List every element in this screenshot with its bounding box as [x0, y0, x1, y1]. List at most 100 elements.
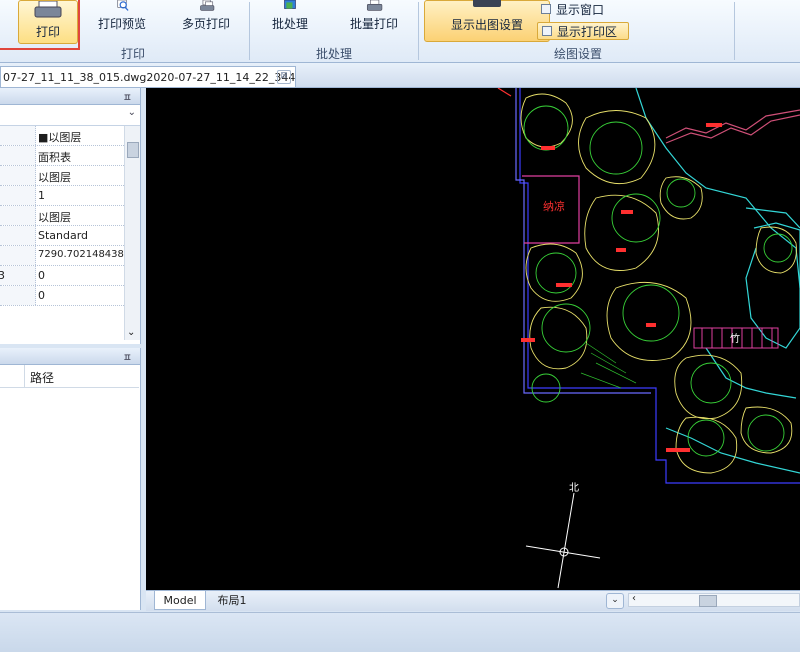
batch-group-label: 批处理 [316, 47, 353, 61]
horizontal-scrollbar[interactable]: ‹ [628, 593, 800, 607]
hatch-area [580, 342, 637, 389]
shrub-cluster [584, 194, 659, 271]
status-bar [0, 612, 800, 652]
pin-icon[interactable]: ㅍ [123, 89, 132, 104]
property-value: 0 [38, 289, 45, 302]
north-arrow-vertical [557, 492, 575, 589]
tree-symbol [763, 233, 793, 263]
multipage-print-button[interactable]: 多页打印 [176, 0, 236, 46]
close-tab-icon[interactable]: ⊠ [277, 70, 291, 84]
batch-icon [284, 0, 296, 9]
red-edge [497, 88, 512, 97]
properties-panel: ㅍ ⌄ ■以图层 面积表 以图层 1 以图层 Standard 7290.702… [0, 88, 141, 344]
property-row[interactable]: 面积表 [0, 146, 124, 166]
hatch-line [595, 362, 637, 384]
property-value: Standard [38, 229, 89, 242]
scroll-left-icon[interactable]: ‹ [632, 593, 636, 604]
ribbon: 打印 打印预览 多页打印 打印 批处理 批量打印 批处理 显示出图设置 显示窗口… [0, 0, 800, 63]
column-divider [24, 365, 25, 387]
shrub-cluster [529, 306, 588, 370]
layout1-tab-label: 布局1 [217, 594, 247, 607]
property-row[interactable]: 以图层 [0, 166, 124, 186]
shrub-cluster [659, 176, 703, 220]
group-separator [249, 2, 250, 60]
property-row[interactable]: ■以图层 [0, 126, 124, 146]
show-plot-settings-label: 显示出图设置 [450, 18, 523, 32]
model-tab[interactable]: Model [154, 591, 206, 610]
property-value: 以图层 [38, 171, 71, 184]
plant-marker [556, 283, 572, 287]
properties-panel-header: ㅍ [0, 88, 140, 105]
print-button[interactable]: 打印 [18, 0, 78, 44]
cyan-pond [745, 222, 800, 349]
horizontal-scroll-thumb[interactable] [699, 595, 717, 607]
zigzag-path-2 [665, 114, 800, 144]
show-print-area-label: 显示打印区 [557, 24, 618, 39]
properties-grid: ■以图层 面积表 以图层 1 以图层 Standard 7290.7021484… [0, 126, 141, 336]
hatch-line [585, 342, 617, 364]
properties-scrollbar[interactable]: ⌄ [124, 126, 140, 340]
multipage-print-label: 多页打印 [181, 17, 230, 31]
property-value: 面积表 [38, 151, 71, 164]
chevron-down-icon-2: ⌄ [611, 595, 619, 605]
path-header-label: 路径 [30, 371, 55, 385]
tree-symbol [611, 193, 661, 243]
chevron-down-icon: ⌄ [127, 107, 136, 118]
north-arrow [525, 492, 601, 589]
plant-marker [706, 123, 722, 127]
path-panel: ㅍ 路径 [0, 348, 141, 610]
pin-icon-2[interactable]: ㅍ [123, 349, 132, 364]
property-row[interactable]: 以图层 [0, 206, 124, 226]
group-separator-2 [418, 2, 419, 60]
bamboo-label: 竹 [730, 332, 740, 345]
plant-marker [621, 210, 633, 214]
property-row[interactable]: Standard [0, 226, 124, 246]
show-plot-settings-button[interactable]: 显示出图设置 [424, 0, 550, 42]
scroll-down-icon[interactable]: ⌄ [127, 327, 135, 338]
property-row[interactable]: 0 [0, 286, 124, 306]
tree-symbol [747, 414, 785, 452]
batch-print-button[interactable]: 批量打印 [344, 0, 404, 46]
pavilion-label: 纳凉 [543, 199, 565, 213]
print-group-label: 打印 [121, 47, 146, 61]
object-type-dropdown[interactable]: ⌄ [0, 105, 140, 126]
shrub-cluster [674, 354, 743, 420]
cyan-shoreline-3 [705, 347, 797, 399]
drawing-canvas[interactable]: 纳凉 竹 北 [146, 88, 800, 590]
document-tab-bar: 07-27_11_11_38_015.dwg2020-07-27_11_14_2… [0, 63, 800, 88]
tab-menu-button[interactable]: ⌄ [606, 593, 624, 609]
plant-marker [646, 323, 656, 327]
printer-icon [34, 1, 62, 18]
blue-boundary-inner [515, 88, 651, 394]
show-window-label: 显示窗口 [556, 2, 605, 17]
print-preview-icon [117, 0, 129, 11]
plot-settings-group-label: 绘图设置 [554, 47, 603, 61]
property-row[interactable]: 30 [0, 266, 124, 286]
print-preview-button[interactable]: 打印预览 [92, 0, 152, 46]
batch-label: 批处理 [271, 17, 308, 31]
plant-marker [666, 448, 690, 452]
shrub-cluster [606, 281, 692, 361]
layout1-tab[interactable]: 布局1 [212, 591, 252, 609]
path-column-header[interactable]: 路径 [0, 365, 139, 388]
property-value: 1 [38, 189, 45, 202]
property-row[interactable]: 1 [0, 186, 124, 206]
cyan-shoreline-2 [745, 207, 800, 229]
property-value: ■以图层 [38, 131, 82, 144]
scrollbar-thumb[interactable] [127, 142, 139, 158]
tree-symbols [523, 105, 793, 457]
zigzag-path [665, 109, 800, 139]
tree-symbol [541, 303, 591, 353]
window-icon [473, 0, 501, 7]
print-preview-label: 打印预览 [97, 17, 146, 31]
show-window-toggle[interactable]: 显示窗口 [537, 0, 608, 18]
print-area-toggle-icon [542, 26, 552, 36]
plant-markers [521, 123, 722, 452]
document-tab[interactable]: 07-27_11_11_38_015.dwg2020-07-27_11_14_2… [0, 66, 296, 87]
show-print-area-toggle[interactable]: 显示打印区 [537, 22, 629, 40]
plant-marker [521, 338, 535, 342]
property-row[interactable]: 7290.702148438 [0, 246, 124, 266]
tree-symbol [622, 284, 680, 342]
plant-marker [616, 248, 626, 252]
batch-button[interactable]: 批处理 [262, 0, 318, 46]
